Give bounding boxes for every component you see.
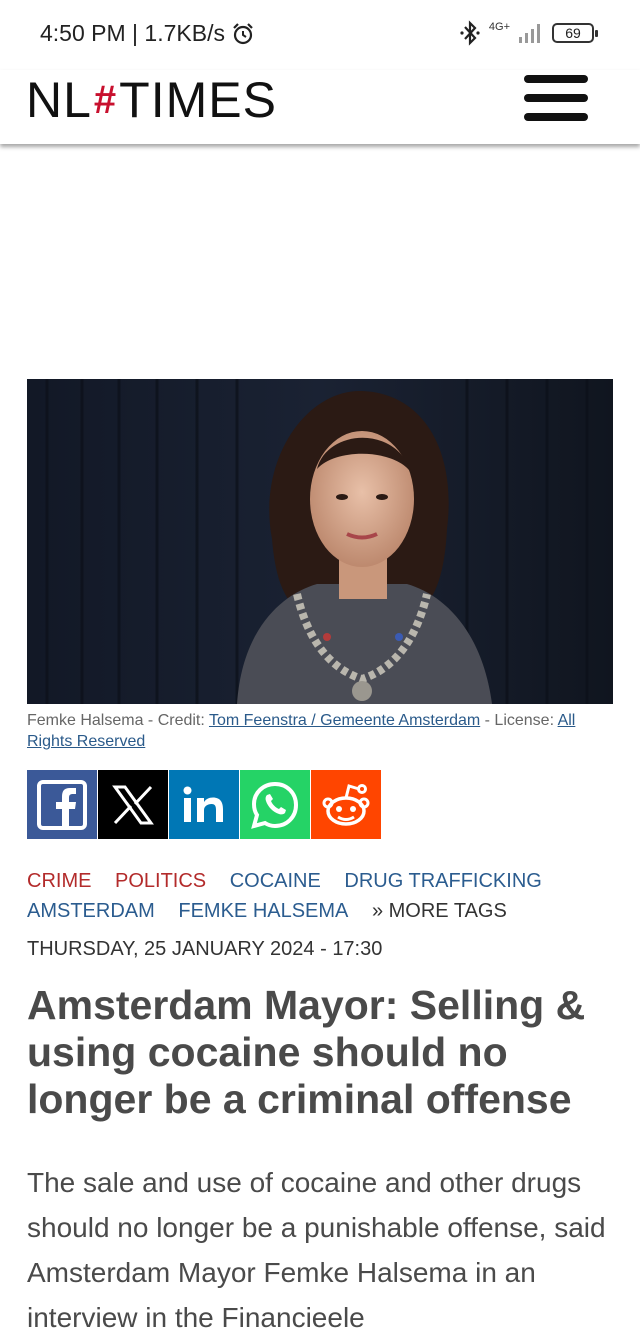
reddit-share-button[interactable] <box>311 770 381 839</box>
status-bar: 4:50 PM | 1.7KB/s 4G+ 69 <box>0 0 640 70</box>
alarm-icon <box>233 22 253 44</box>
article-body: The sale and use of cocaine and other dr… <box>27 1167 606 1333</box>
whatsapp-icon <box>251 781 299 829</box>
logo-text-left: NL <box>26 72 92 128</box>
site-header: NL # TIMES <box>0 70 640 144</box>
reddit-icon <box>322 783 370 826</box>
article-headline: Amsterdam Mayor: Selling & using cocaine… <box>27 982 586 1122</box>
hamburger-menu-icon[interactable] <box>524 75 588 121</box>
network-type: 4G+ <box>488 20 510 33</box>
image-caption: Femke Halsema - Credit: Tom Feenstra / G… <box>27 712 576 750</box>
ad-space <box>0 150 640 375</box>
article-tags: CRIME POLITICS COCAINE DRUG TRAFFICKING … <box>27 866 617 926</box>
facebook-share-button[interactable] <box>27 770 97 839</box>
bluetooth-icon <box>460 20 480 46</box>
x-icon <box>112 785 154 824</box>
tag-cocaine[interactable]: COCAINE <box>230 866 321 896</box>
logo-hash: # <box>93 77 118 122</box>
tag-amsterdam[interactable]: AMSTERDAM <box>27 896 155 926</box>
more-tags-link[interactable]: » MORE TAGS <box>372 896 507 926</box>
site-logo[interactable]: NL # TIMES <box>26 72 277 128</box>
portrait-illustration <box>27 379 613 704</box>
article-date: THURSDAY, 25 JANUARY 2024 - 17:30 <box>27 938 383 960</box>
signal-icon <box>519 24 540 43</box>
tag-femke-halsema[interactable]: FEMKE HALSEMA <box>178 896 348 926</box>
whatsapp-share-button[interactable] <box>240 770 310 839</box>
credit-link[interactable]: Tom Feenstra / Gemeente Amsterdam <box>209 712 480 729</box>
x-share-button[interactable] <box>98 770 168 839</box>
facebook-icon <box>37 779 87 830</box>
status-time: 4:50 PM | 1.7KB/s <box>40 20 225 46</box>
battery-indicator: 69 <box>552 23 598 43</box>
share-buttons <box>27 770 381 839</box>
tag-crime[interactable]: CRIME <box>27 866 91 896</box>
hero-image <box>27 379 613 704</box>
linkedin-share-button[interactable] <box>169 770 239 839</box>
logo-text-right: TIMES <box>119 72 277 128</box>
tag-drug-trafficking[interactable]: DRUG TRAFFICKING <box>344 866 541 896</box>
linkedin-icon <box>183 786 223 822</box>
tag-politics[interactable]: POLITICS <box>115 866 206 896</box>
